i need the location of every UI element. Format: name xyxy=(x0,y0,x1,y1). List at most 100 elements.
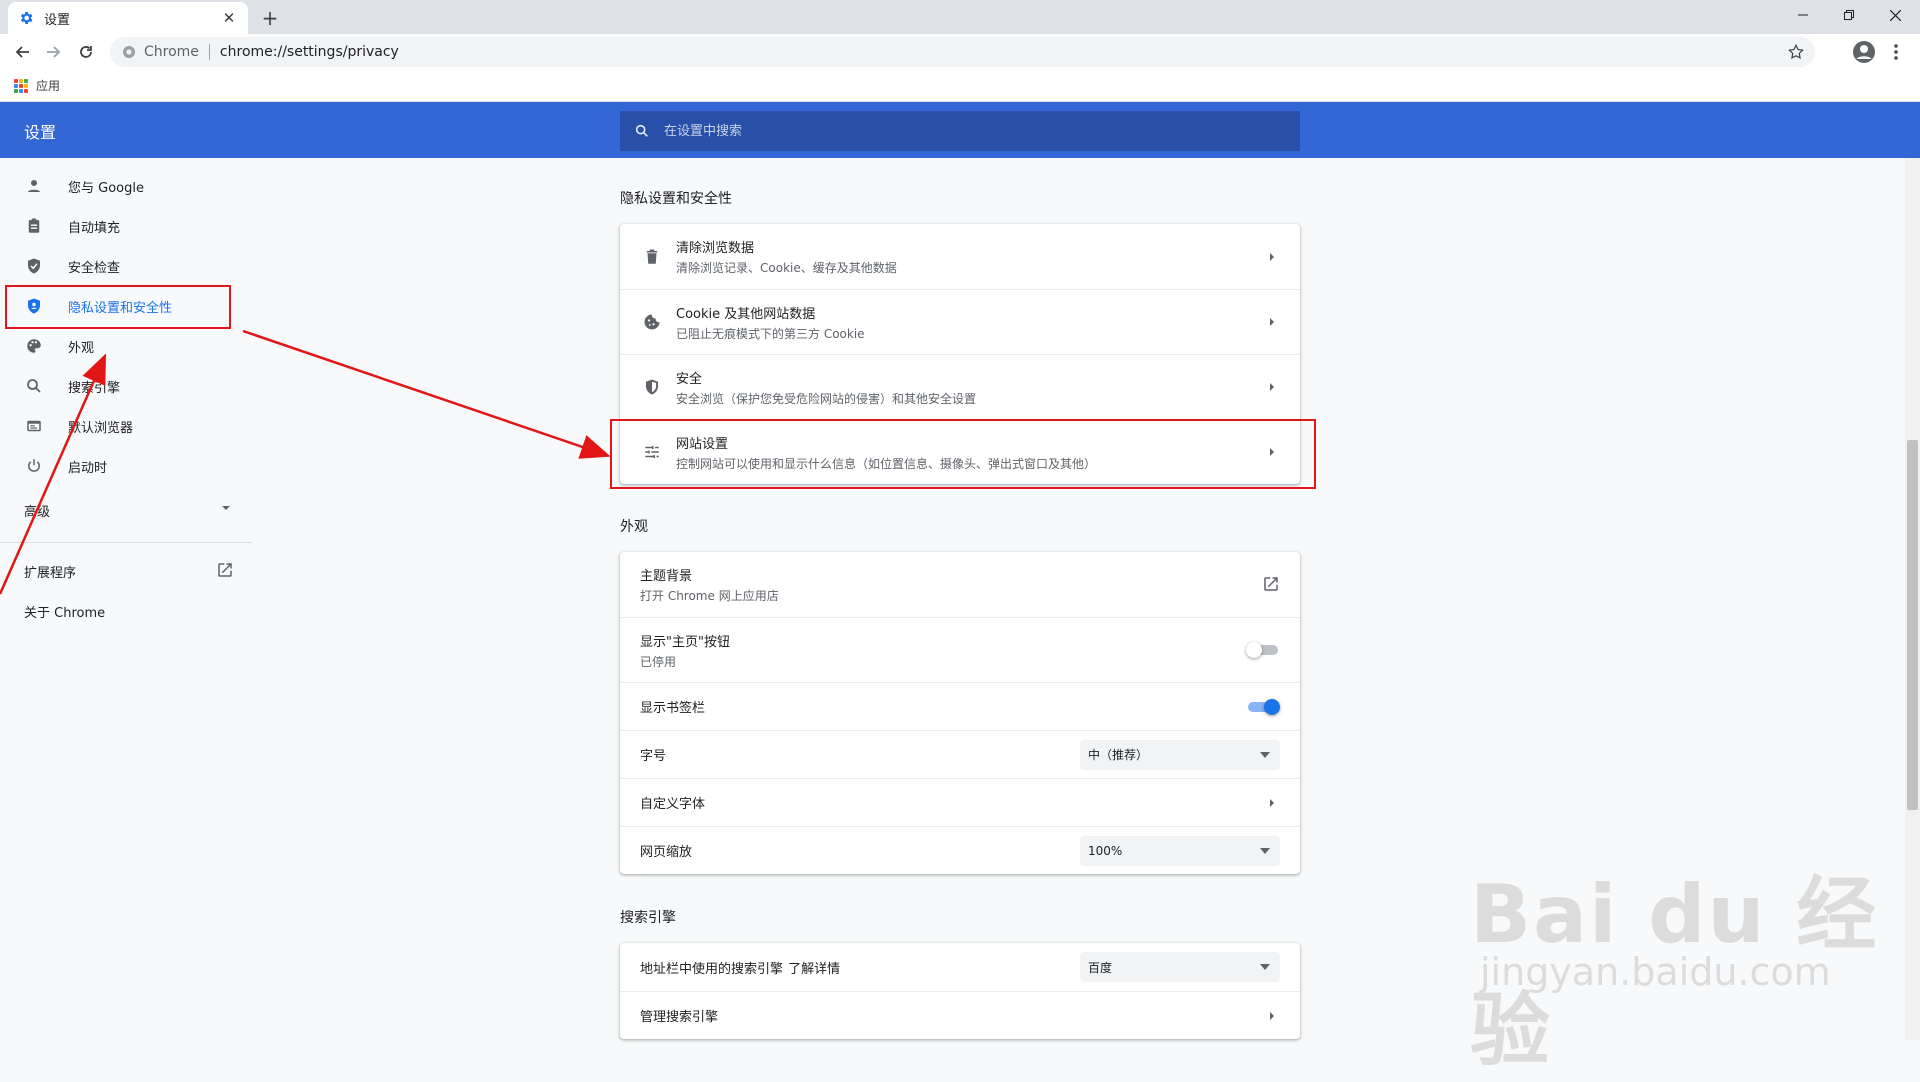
arrow-right-icon xyxy=(1270,798,1274,807)
minimize-button[interactable] xyxy=(1780,0,1826,30)
search-engine-card: 地址栏中使用的搜索引擎 了解详情 百度 管理搜索引擎 xyxy=(620,943,1300,1039)
search-engine-section-title: 搜索引擎 xyxy=(620,910,676,926)
search-input[interactable] xyxy=(662,122,1262,140)
sidebar-item-you-and-google[interactable]: 您与 Google xyxy=(0,166,252,206)
row-home-button: 显示"主页"按钮 已停用 xyxy=(620,617,1300,682)
new-tab-button[interactable]: + xyxy=(258,6,282,30)
arrow-right-icon xyxy=(1270,252,1274,261)
tab-title: 设置 xyxy=(44,12,71,28)
page-title: 设置 xyxy=(24,123,57,142)
arrow-back-icon xyxy=(15,46,29,58)
tab-settings[interactable]: 设置 ✕ xyxy=(8,2,248,34)
power-icon xyxy=(24,456,44,476)
tab-close-icon[interactable]: ✕ xyxy=(220,9,238,27)
person-icon xyxy=(24,176,44,196)
watermark-site: jingyan.baidu.com xyxy=(1480,950,1831,994)
arrow-right-icon xyxy=(1270,318,1274,326)
row-search-engine-used: 地址栏中使用的搜索引擎 了解详情 百度 xyxy=(620,943,1300,991)
font-size-select[interactable]: 中（推荐） xyxy=(1080,739,1280,770)
page-zoom-select[interactable]: 100% xyxy=(1080,835,1280,866)
sidebar-about-chrome[interactable]: 关于 Chrome xyxy=(0,591,252,631)
search-icon xyxy=(24,376,44,396)
shield-icon xyxy=(640,375,664,399)
sidebar-item-search-engine[interactable]: 搜索引擎 xyxy=(0,366,252,406)
omnibox-separator xyxy=(208,44,210,60)
palette-icon xyxy=(24,336,44,356)
bookmarks-bar-toggle[interactable] xyxy=(1246,698,1280,715)
extensions-label: 扩展程序 xyxy=(24,565,77,581)
baidu-watermark: Bai du 经验 jingyan.baidu.com xyxy=(1470,830,1890,1077)
restore-button[interactable] xyxy=(1826,0,1872,30)
row-primary: 管理搜索引擎 xyxy=(640,1010,719,1025)
row-bookmarks-bar: 显示书签栏 xyxy=(620,682,1300,730)
trash-icon xyxy=(640,245,664,269)
row-primary: 地址栏中使用的搜索引擎 xyxy=(640,961,784,977)
learn-more-link[interactable]: 了解详情 xyxy=(788,962,840,977)
sidebar-item-autofill[interactable]: 自动填充 xyxy=(0,206,252,246)
tab-strip: 设置 ✕ + xyxy=(0,0,1920,34)
sidebar-item-label: 您与 Google xyxy=(68,180,144,196)
privacy-section-title: 隐私设置和安全性 xyxy=(620,191,732,207)
annotation-box-privacy xyxy=(5,285,231,329)
annotation-box-site-settings xyxy=(610,419,1316,489)
row-primary: 主题背景 xyxy=(640,569,693,584)
browser-toolbar: Chrome chrome://settings/privacy xyxy=(0,34,1920,70)
forward-button[interactable] xyxy=(42,40,66,64)
dropdown-caret-icon xyxy=(1260,751,1270,758)
row-primary: 显示"主页"按钮 xyxy=(640,634,730,650)
shield-check-icon xyxy=(24,256,44,276)
page-scrollbar[interactable] xyxy=(1905,158,1920,1040)
apps-shortcut[interactable]: 应用 xyxy=(14,77,60,94)
row-manage-search-engines[interactable]: 管理搜索引擎 xyxy=(620,991,1300,1039)
home-button-toggle[interactable] xyxy=(1246,642,1280,658)
cookie-icon xyxy=(640,310,664,334)
dropdown-caret-icon xyxy=(1260,847,1270,854)
scrollbar-thumb[interactable] xyxy=(1907,440,1918,810)
sidebar-item-label: 自动填充 xyxy=(68,220,121,236)
search-engine-select[interactable]: 百度 xyxy=(1080,952,1280,982)
sidebar-item-label: 安全检查 xyxy=(68,260,121,276)
row-custom-fonts[interactable]: 自定义字体 xyxy=(620,778,1300,826)
toggle-knob xyxy=(1246,642,1262,658)
sidebar-item-on-startup[interactable]: 启动时 xyxy=(0,446,252,486)
sidebar-item-appearance[interactable]: 外观 xyxy=(0,326,252,366)
sidebar-item-label: 启动时 xyxy=(68,460,108,476)
row-clear-browsing-data[interactable]: 清除浏览数据 清除浏览记录、Cookie、缓存及其他数据 xyxy=(620,224,1300,289)
close-icon xyxy=(1889,9,1901,21)
row-security[interactable]: 安全安全浏览（保护您免受危险网站的侵害）和其他安全设置 xyxy=(620,354,1300,419)
sidebar-item-safety-check[interactable]: 安全检查 xyxy=(0,246,252,286)
close-window-button[interactable] xyxy=(1872,0,1918,30)
row-primary: 安全 xyxy=(676,371,703,387)
row-cookies[interactable]: Cookie 及其他网站数据 已阻止无痕模式下的第三方 Cookie xyxy=(620,289,1300,354)
apps-grid-icon xyxy=(14,78,28,93)
row-primary: 自定义字体 xyxy=(640,797,706,812)
appearance-card: 主题背景 打开 Chrome 网上应用店 显示"主页"按钮 已停用 显示书签栏 字号… xyxy=(620,552,1300,874)
address-bar[interactable]: Chrome chrome://settings/privacy xyxy=(110,37,1815,67)
row-secondary: 已停用 xyxy=(640,654,677,669)
restore-icon xyxy=(1844,10,1854,20)
sidebar-item-default-browser[interactable]: 默认浏览器 xyxy=(0,406,252,446)
select-value: 百度 xyxy=(1088,960,1113,975)
row-page-zoom: 网页缩放 100% xyxy=(620,826,1300,874)
open-in-new-icon[interactable] xyxy=(1262,575,1280,593)
reload-button[interactable] xyxy=(74,40,98,64)
gear-icon xyxy=(20,12,33,24)
toggle-knob xyxy=(1264,698,1280,715)
profile-avatar-icon[interactable] xyxy=(1852,40,1876,64)
settings-search[interactable] xyxy=(620,111,1300,151)
row-theme[interactable]: 主题背景打开 Chrome 网上应用店 xyxy=(620,552,1300,617)
sidebar-extensions-link[interactable]: 扩展程序 xyxy=(0,551,252,591)
row-secondary: 安全浏览（保护您免受危险网站的侵害）和其他安全设置 xyxy=(676,391,977,406)
bookmark-star-icon[interactable] xyxy=(1787,43,1805,61)
scheme-label: Chrome xyxy=(144,44,199,60)
sidebar-item-label: 搜索引擎 xyxy=(68,380,121,396)
url-text[interactable]: chrome://settings/privacy xyxy=(220,44,399,60)
annotation-arrow-to-site-settings xyxy=(242,329,611,459)
apps-label: 应用 xyxy=(36,79,61,93)
sidebar-item-label: 默认浏览器 xyxy=(68,420,134,436)
back-button[interactable] xyxy=(10,40,34,64)
sidebar-advanced-toggle[interactable]: 高级 xyxy=(0,490,252,530)
row-secondary: 打开 Chrome 网上应用店 xyxy=(640,589,779,603)
dropdown-caret-icon xyxy=(1260,964,1270,970)
menu-kebab-icon[interactable] xyxy=(1888,42,1904,62)
